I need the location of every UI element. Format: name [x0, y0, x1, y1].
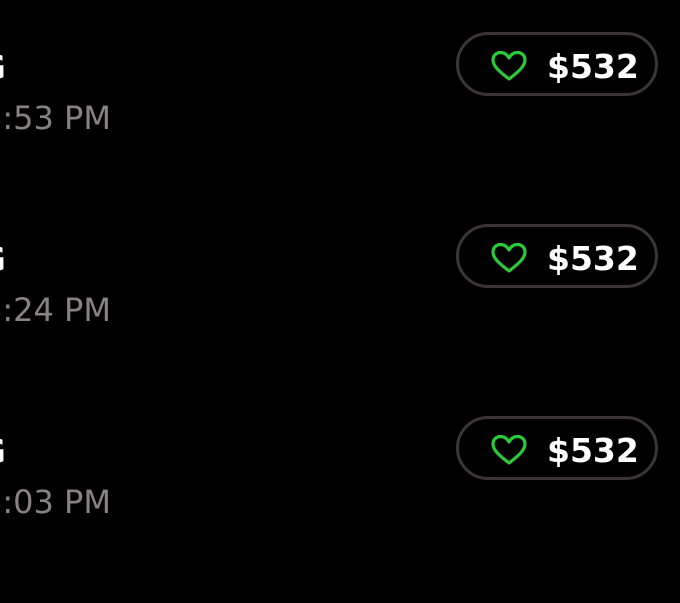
price-label: $532 — [547, 239, 639, 278]
item-title: G — [0, 240, 6, 280]
list-item[interactable]: G 8:24 PM $532 — [0, 222, 680, 342]
price-label: $532 — [547, 47, 639, 86]
item-timestamp: 8:24 PM — [0, 291, 111, 329]
like-price-button[interactable]: $532 — [456, 224, 658, 288]
price-label: $532 — [547, 431, 639, 470]
list-item[interactable]: G 8:53 PM $532 — [0, 30, 680, 150]
like-price-button[interactable]: $532 — [456, 416, 658, 480]
heart-outline-icon — [491, 242, 527, 274]
item-title: G — [0, 48, 6, 88]
item-title: G — [0, 432, 6, 472]
item-timestamp: 8:03 PM — [0, 483, 111, 521]
heart-outline-icon — [491, 434, 527, 466]
heart-outline-icon — [491, 50, 527, 82]
activity-list: G 8:53 PM $532 G 8:24 PM $532 G 8:03 PM — [0, 0, 680, 603]
list-item[interactable]: G 8:03 PM $532 — [0, 414, 680, 534]
item-timestamp: 8:53 PM — [0, 99, 111, 137]
like-price-button[interactable]: $532 — [456, 32, 658, 96]
